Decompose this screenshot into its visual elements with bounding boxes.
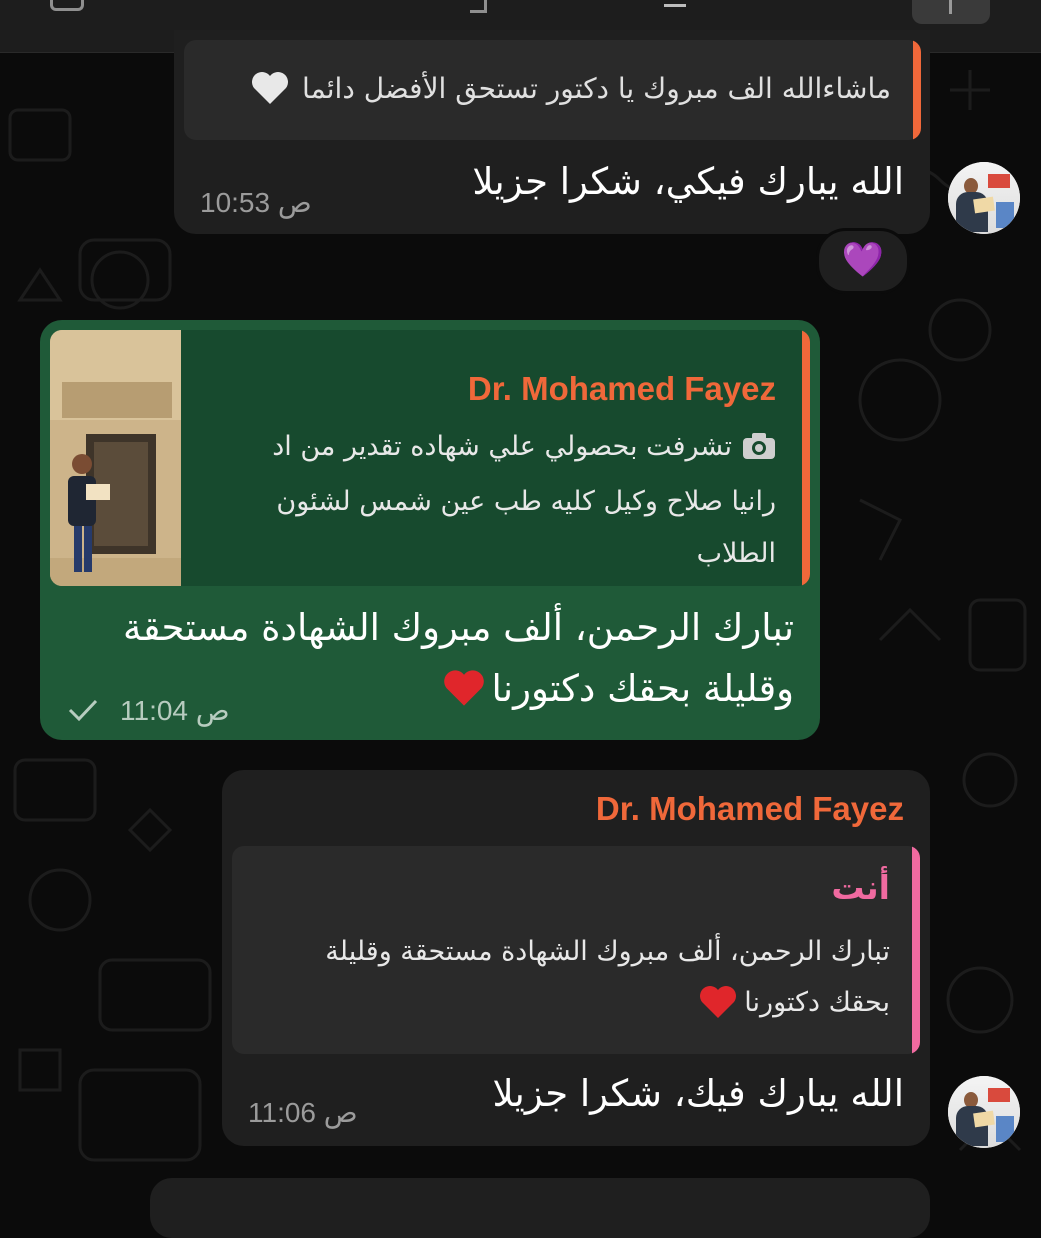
quote-accent-bar [913,40,921,140]
photo-thumbnail[interactable] [50,330,181,586]
reply-sender-name: Dr. Mohamed Fayez [467,370,776,407]
sender-name: Dr. Mohamed Fayez [595,790,904,827]
message-text-line-1: تبارك الرحمن، ألف مبروك الشهادة مستحقة [122,606,794,649]
quoted-message[interactable]: أنت تبارك الرحمن، ألف مبروك الشهادة مستح… [232,846,920,1054]
contact-avatar[interactable] [948,1076,1020,1148]
message-time: 10:53 ص [200,187,312,218]
reply-line-1: تشرفت بحصولي علي شهاده تقدير من اد [272,430,732,462]
chat-title-fragment [470,0,487,13]
quoted-message[interactable]: ماشاءالله الف مبروك يا دكتور تستحق الأفض… [184,40,921,140]
plus-icon [949,0,952,14]
reply-line-2: بحقك دكتورنا [744,986,890,1018]
reply-line-2: رانيا صلاح وكيل كليه طب عين شمس لشئون [276,486,776,517]
message-text: الله يبارك فيكي، شكرا جزيلا [472,160,904,203]
quote-accent-bar [912,846,920,1054]
reply-sender-name: أنت [831,868,890,907]
reply-preview[interactable]: Dr. Mohamed Fayez تشرفت بحصولي علي شهاده… [50,330,810,586]
purple-heart-reaction: 💜 [841,240,885,280]
message-bubble-outgoing[interactable]: Dr. Mohamed Fayez تشرفت بحصولي علي شهاده… [40,320,820,740]
message-time: 11:04 ص [120,694,230,726]
message-bubble-incoming[interactable]: Dr. Mohamed Fayez أنت تبارك الرحمن، ألف … [222,770,930,1146]
single-check-icon [68,699,98,722]
add-button[interactable] [912,0,990,24]
message-text-line-2: وقليلة بحقك دكتورنا [491,666,794,710]
reply-line-1: تبارك الرحمن، ألف مبروك الشهادة مستحقة و… [325,936,890,967]
reply-accent-bar [802,330,810,586]
white-heart-icon [252,72,289,104]
red-heart-icon [443,670,484,706]
quoted-message-text: ماشاءالله الف مبروك يا دكتور تستحق الأفض… [302,71,891,105]
red-heart-icon [700,986,737,1018]
back-button[interactable] [50,0,84,11]
camera-icon [743,433,775,459]
message-time: 11:06 ص [248,1097,358,1128]
message-reaction[interactable]: 💜 [816,228,910,294]
message-text: الله يبارك فيك، شكرا جزيلا [492,1072,904,1115]
reply-line-3: الطلاب [696,538,776,569]
chat-title-underscore [664,4,686,7]
message-bubble-incoming[interactable]: ماشاءالله الف مبروك يا دكتور تستحق الأفض… [174,30,930,234]
contact-avatar[interactable] [948,162,1020,234]
message-bubble-partial[interactable] [150,1178,930,1238]
